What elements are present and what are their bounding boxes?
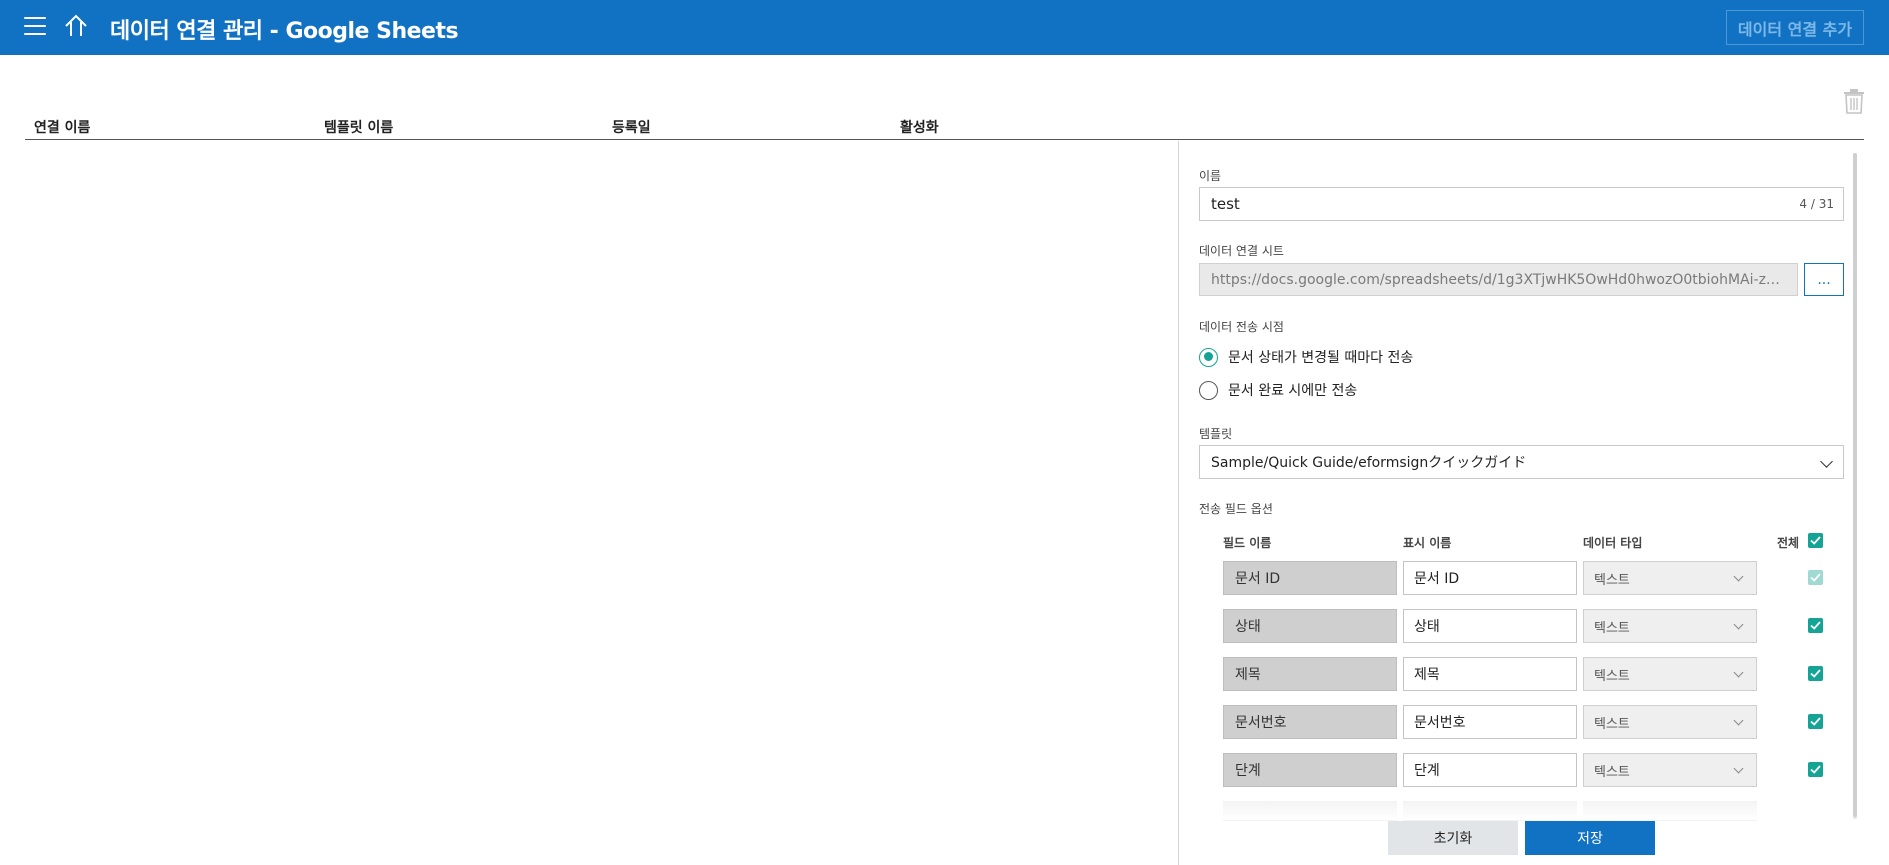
- sheet-url-value: https://docs.google.com/spreadsheets/d/1…: [1211, 271, 1786, 288]
- data-type-value: 텍스트: [1594, 764, 1630, 780]
- field-checkbox[interactable]: [1808, 762, 1823, 777]
- column-connection-name[interactable]: 연결 이름: [34, 117, 90, 137]
- col-all: 전체: [1777, 536, 1800, 550]
- template-select[interactable]: Sample/Quick Guide/eformsignクイックガイド: [1199, 445, 1844, 479]
- data-type-value: 텍스트: [1594, 572, 1630, 588]
- template-value: Sample/Quick Guide/eformsignクイックガイド: [1211, 455, 1527, 471]
- chevron-down-icon: [1733, 571, 1744, 582]
- save-button[interactable]: 저장: [1525, 821, 1655, 855]
- home-icon[interactable]: [63, 13, 89, 39]
- column-template-name[interactable]: 템플릿 이름: [324, 117, 393, 137]
- chevron-down-icon: [1733, 763, 1744, 774]
- chevron-down-icon: [1733, 619, 1744, 630]
- data-type-value: 텍스트: [1594, 716, 1630, 732]
- name-label: 이름: [1199, 169, 1222, 183]
- data-type-select[interactable]: 텍스트: [1583, 705, 1757, 739]
- field-name-cell: 단계: [1223, 753, 1397, 787]
- field-name-cell: 제목: [1223, 657, 1397, 691]
- data-type-value: 텍스트: [1594, 668, 1630, 684]
- character-counter: 4 / 31: [1799, 197, 1834, 211]
- scroll-fade-overlay: [1210, 800, 1850, 820]
- fields-label: 전송 필드 옵션: [1199, 502, 1273, 516]
- field-name-cell: 상태: [1223, 609, 1397, 643]
- template-label: 템플릿: [1199, 427, 1233, 441]
- sheet-url-field: https://docs.google.com/spreadsheets/d/1…: [1199, 263, 1798, 296]
- display-name-input[interactable]: 단계: [1403, 753, 1577, 787]
- field-checkbox: [1808, 570, 1823, 585]
- connection-name-input[interactable]: test 4 / 31: [1199, 187, 1844, 221]
- browse-sheet-button[interactable]: ...: [1804, 263, 1844, 296]
- col-data-type: 데이터 타입: [1583, 536, 1643, 550]
- hamburger-menu-icon[interactable]: [24, 17, 46, 35]
- chevron-down-icon: [1733, 715, 1744, 726]
- radio-send-on-status-change[interactable]: 문서 상태가 변경될 때마다 전송: [1199, 346, 1413, 368]
- select-all-checkbox[interactable]: [1808, 533, 1823, 548]
- data-type-select[interactable]: 텍스트: [1583, 561, 1757, 595]
- radio-label: 문서 완료 시에만 전송: [1228, 383, 1358, 399]
- data-type-select[interactable]: 텍스트: [1583, 657, 1757, 691]
- chevron-down-icon: [1733, 667, 1744, 678]
- column-registered-date[interactable]: 등록일: [612, 117, 651, 137]
- display-name-input[interactable]: 제목: [1403, 657, 1577, 691]
- field-name-cell: 문서 ID: [1223, 561, 1397, 595]
- chevron-down-icon: [1820, 455, 1833, 468]
- timing-label: 데이터 전송 시점: [1199, 320, 1284, 334]
- display-name-input[interactable]: 문서번호: [1403, 705, 1577, 739]
- radio-label: 문서 상태가 변경될 때마다 전송: [1228, 350, 1414, 366]
- data-type-select[interactable]: 텍스트: [1583, 753, 1757, 787]
- field-checkbox[interactable]: [1808, 714, 1823, 729]
- connection-table-header: 연결 이름 템플릿 이름 등록일 활성화: [25, 110, 1864, 140]
- top-app-bar: 데이터 연결 관리 - Google Sheets 데이터 연결 추가: [0, 0, 1889, 55]
- connection-name-value: test: [1211, 195, 1240, 213]
- radio-send-on-complete[interactable]: 문서 완료 시에만 전송: [1199, 379, 1357, 401]
- field-name-cell: 문서번호: [1223, 705, 1397, 739]
- add-data-connection-button[interactable]: 데이터 연결 추가: [1726, 10, 1864, 45]
- column-active[interactable]: 활성화: [900, 117, 939, 137]
- field-checkbox[interactable]: [1808, 666, 1823, 681]
- radio-checked-icon[interactable]: [1199, 347, 1218, 367]
- display-name-input[interactable]: 상태: [1403, 609, 1577, 643]
- radio-unchecked-icon[interactable]: [1199, 380, 1218, 400]
- data-type-select[interactable]: 텍스트: [1583, 609, 1757, 643]
- col-field-name: 필드 이름: [1223, 536, 1272, 550]
- reset-button[interactable]: 초기화: [1388, 821, 1518, 855]
- page-title: 데이터 연결 관리 - Google Sheets: [110, 19, 459, 44]
- sheet-label: 데이터 연결 시트: [1199, 244, 1284, 258]
- display-name-input[interactable]: 문서 ID: [1403, 561, 1577, 595]
- panel-scrollbar[interactable]: [1853, 153, 1857, 819]
- col-display-name: 표시 이름: [1403, 536, 1452, 550]
- field-checkbox[interactable]: [1808, 618, 1823, 633]
- data-type-value: 텍스트: [1594, 620, 1630, 636]
